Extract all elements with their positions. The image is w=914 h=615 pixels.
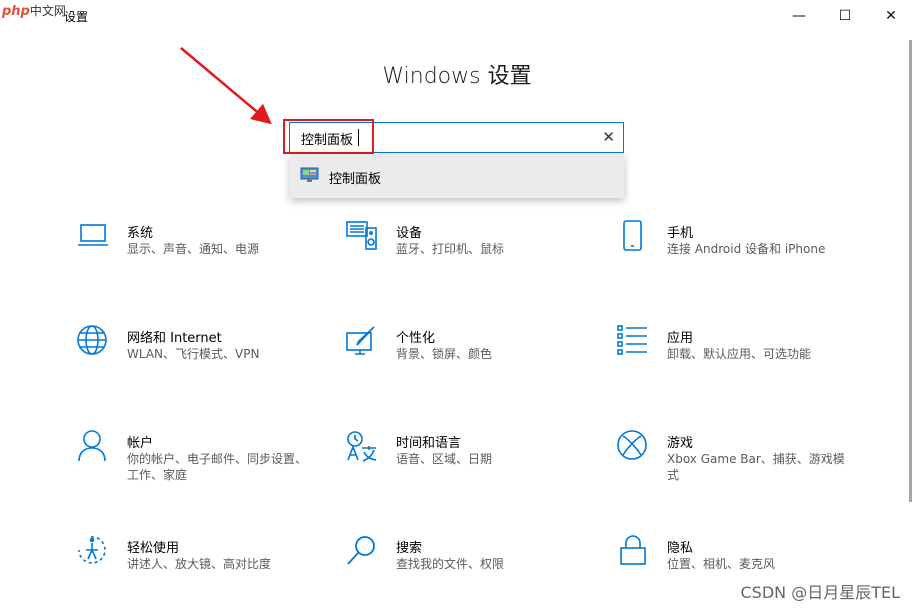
tile-title: 隐私 <box>667 541 694 556</box>
control-panel-icon <box>300 167 319 182</box>
tile-desc: 查找我的文件、权限 <box>396 557 505 571</box>
tile-title: 轻松使用 <box>127 541 180 556</box>
tile-desc: 语音、区域、日期 <box>396 452 493 466</box>
title-bar: php中文网 设置 — ☐ ✕ <box>0 0 914 32</box>
phone-icon <box>623 220 642 251</box>
tile-title: 应用 <box>667 331 694 346</box>
csdn-watermark: CSDN @日月星辰TEL <box>740 583 900 602</box>
lock-icon <box>620 535 646 565</box>
tile-title: 时间和语言 <box>396 436 462 451</box>
tile-title: 网络和 Internet <box>127 331 222 346</box>
tile-desc: 卸载、默认应用、可选功能 <box>667 347 812 361</box>
close-button[interactable]: ✕ <box>868 0 914 32</box>
scrollbar[interactable] <box>909 40 912 502</box>
window-title: 设置 <box>64 10 89 24</box>
tile-search[interactable]: 搜索 查找我的文件、权限 <box>346 535 586 615</box>
tile-title: 游戏 <box>667 436 694 451</box>
maximize-button[interactable]: ☐ <box>822 0 868 32</box>
tile-time-language[interactable]: 时间和语言 语音、区域、日期 <box>346 430 586 510</box>
tile-privacy[interactable]: 隐私 位置、相机、麦克风 <box>617 535 857 615</box>
tile-desc: 讲述人、放大镜、高对比度 <box>127 557 272 571</box>
tile-title: 个性化 <box>396 331 436 346</box>
tile-devices[interactable]: 设备 蓝牙、打印机、鼠标 <box>346 220 586 300</box>
tile-desc: 蓝牙、打印机、鼠标 <box>396 242 505 256</box>
php-logo: php中文网 <box>2 2 66 19</box>
tile-title: 设备 <box>396 226 423 241</box>
tile-phone[interactable]: 手机 连接 Android 设备和 iPhone <box>617 220 857 300</box>
tile-personalization[interactable]: 个性化 背景、锁屏、颜色 <box>346 325 586 405</box>
page-title: Windows 设置 <box>382 64 532 89</box>
tile-desc: 位置、相机、麦克风 <box>667 557 776 571</box>
php-logo-text: php <box>2 4 30 19</box>
ease-of-access-icon <box>78 536 106 564</box>
tile-gaming[interactable]: 游戏 Xbox Game Bar、捕获、游戏模式 <box>617 430 857 510</box>
paint-icon <box>346 326 375 355</box>
tile-accounts[interactable]: 帐户 你的帐户、电子邮件、同步设置、工作、家庭 <box>77 430 317 510</box>
tile-desc: Xbox Game Bar、捕获、游戏模式 <box>667 452 845 482</box>
tile-system[interactable]: 系统 显示、声音、通知、电源 <box>77 220 317 300</box>
tile-title: 帐户 <box>127 436 154 451</box>
search-suggestion-item[interactable]: 控制面板 <box>290 154 624 198</box>
tile-title: 系统 <box>127 226 154 241</box>
annotation-highlight-box <box>283 119 374 154</box>
apps-list-icon <box>617 325 647 355</box>
tile-desc: 显示、声音、通知、电源 <box>127 242 260 256</box>
tile-apps[interactable]: 应用 卸载、默认应用、可选功能 <box>617 325 857 405</box>
tile-title: 手机 <box>667 226 694 241</box>
minimize-button[interactable]: — <box>776 0 822 32</box>
annotation-arrow <box>180 47 272 125</box>
tile-desc: 背景、锁屏、颜色 <box>396 347 493 361</box>
keyboard-speaker-icon <box>346 221 377 250</box>
magnifier-icon <box>347 536 375 565</box>
tile-desc: 连接 Android 设备和 iPhone <box>667 242 826 256</box>
php-logo-cn: 中文网 <box>29 4 66 18</box>
tile-ease-of-access[interactable]: 轻松使用 讲述人、放大镜、高对比度 <box>77 535 317 615</box>
globe-icon <box>77 325 107 355</box>
search-suggestion-label: 控制面板 <box>329 172 382 187</box>
xbox-icon <box>617 430 647 460</box>
tile-network[interactable]: 网络和 Internet WLAN、飞行模式、VPN <box>77 325 317 405</box>
clear-search-button[interactable]: ✕ <box>602 128 615 146</box>
time-language-icon <box>347 431 377 462</box>
tile-title: 搜索 <box>396 541 423 556</box>
tile-desc: 你的帐户、电子邮件、同步设置、工作、家庭 <box>127 452 308 482</box>
person-icon <box>78 430 106 462</box>
tile-desc: WLAN、飞行模式、VPN <box>127 347 260 361</box>
laptop-icon <box>78 224 108 246</box>
